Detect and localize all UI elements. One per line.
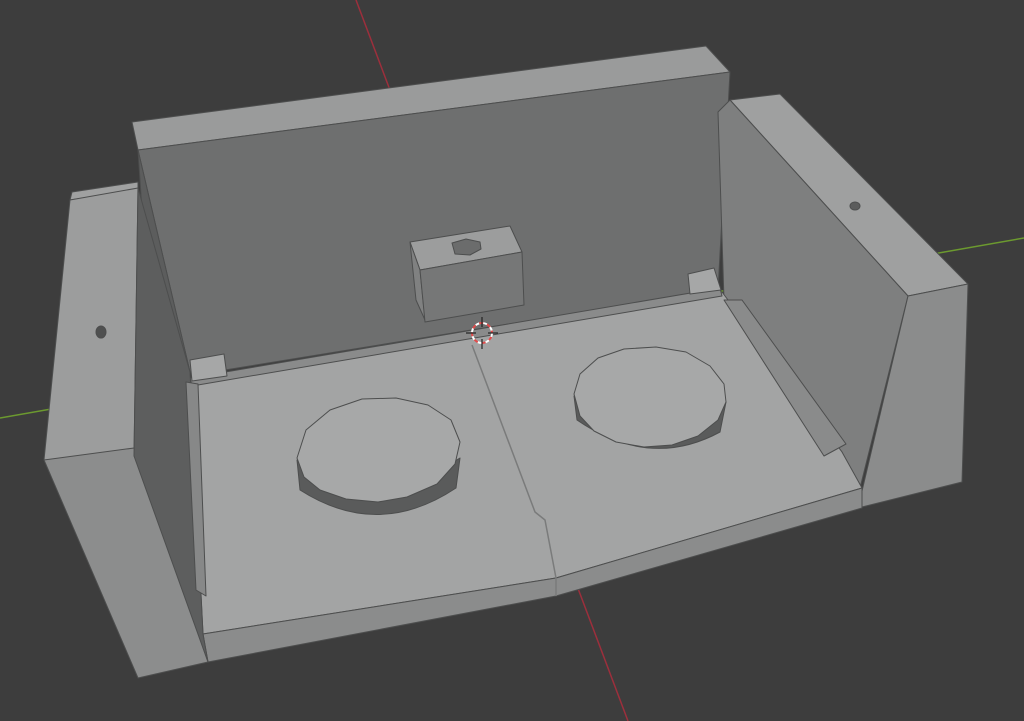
right-disc-top (573, 346, 727, 448)
3d-viewport[interactable] (0, 0, 1024, 721)
left-wall-screw-hole (95, 325, 107, 339)
right-wall-screw-hole (849, 201, 861, 211)
viewport-canvas[interactable] (0, 0, 1024, 721)
